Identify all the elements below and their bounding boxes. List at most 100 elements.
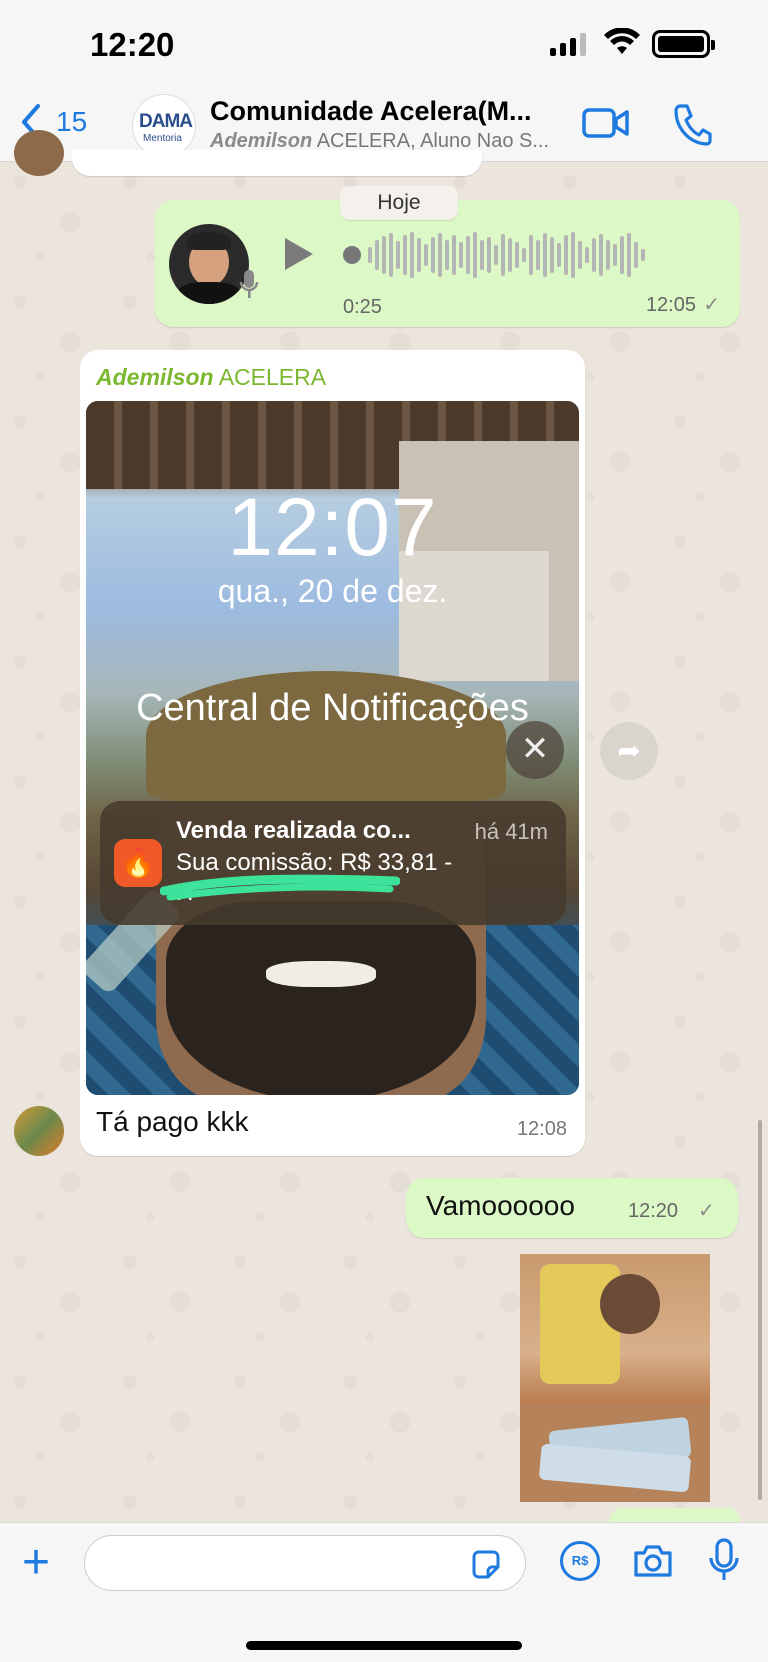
waveform-bar [529,235,533,275]
status-bar: 12:20 [0,0,768,90]
waveform-bar [515,242,519,268]
next-message-bubble[interactable] [610,1508,740,1522]
waveform-bar [459,242,463,268]
waveform-bar [410,232,414,278]
waveform-bar [543,233,547,277]
waveform-bar [480,240,484,270]
waveform-bar [592,238,596,272]
sent-check-icon: ✓ [698,1200,715,1222]
playback-position[interactable] [343,246,361,264]
waveform-bar [403,235,407,275]
waveform-bar [536,240,540,270]
message-time: 12:20 [628,1200,679,1222]
waveform-bar [606,240,610,270]
image-caption: Tá pago kkk [96,1106,249,1137]
close-icon: ✕ [506,721,564,779]
waveform-bar [522,248,526,262]
message-composer: + R$ [0,1522,768,1662]
waveform-bar [445,240,449,270]
redaction-scribble [160,874,400,901]
photo-mouth [266,961,376,987]
waveform-bar [368,247,372,263]
message-text: Vamoooooo [426,1190,575,1221]
message-time: 12:05 [645,294,696,316]
waveform-bar [599,234,603,276]
payment-button[interactable]: R$ [560,1541,600,1581]
lockscreen-time: 12:07 [227,482,438,573]
home-indicator [246,1641,522,1650]
waveform-bar [452,235,456,275]
notification-card: 🔥 Venda realizada co... há 41m Sua comis… [100,801,566,925]
waveform-bar [396,241,400,269]
camera-icon[interactable] [632,1543,674,1579]
sender-last-name: ACELERA [213,364,327,390]
waveform-bar [571,232,575,278]
notification-title: Venda realizada co... [176,817,411,844]
unread-count: 15 [56,106,88,137]
sender-first-name: Ademilson [96,364,214,390]
waveform-bar [557,243,561,267]
outgoing-text-bubble[interactable]: Vamoooooo 12:20 ✓ [406,1178,738,1238]
sender-name[interactable]: Ademilson ACELERA [96,364,326,391]
image-message-bubble[interactable]: Ademilson ACELERA 12:07 qua., 20 de dez.… [80,350,585,1156]
waveform-bar [550,237,554,273]
waveform-bar [564,235,568,275]
waveform-bar [578,241,582,269]
waveform-bar [620,236,624,274]
waveform-bar [634,242,638,268]
previous-message-bubble[interactable] [72,150,482,176]
notification-center-title: Central de Notificações [136,687,529,729]
mic-icon[interactable] [708,1537,740,1583]
waveform-bar [473,232,477,278]
waveform-bar [494,245,498,265]
group-avatar[interactable]: DAMA Mentoria [132,94,196,158]
waveform-bar [389,233,393,277]
shared-photo[interactable]: 12:07 qua., 20 de dez. Central de Notifi… [86,401,579,1095]
scrollbar[interactable] [758,1120,762,1500]
phone-icon[interactable] [672,102,712,146]
plus-icon[interactable]: + [22,1539,50,1587]
waveform-bar [382,236,386,274]
waveform-bar [585,247,589,263]
lockscreen-date: qua., 20 de dez. [217,573,448,609]
waveform-bar [613,244,617,266]
flame-icon: 🔥 [114,839,162,887]
waveform-bar [501,234,505,276]
message-time: 12:08 [516,1118,567,1140]
wifi-icon [604,28,640,54]
mic-icon [239,270,259,298]
waveform-bar [417,238,421,272]
outgoing-gif[interactable] [520,1254,710,1502]
voice-waveform[interactable] [343,230,711,280]
waveform-bar [508,238,512,272]
waveform-bar [375,240,379,270]
group-logo-text: DAMA [139,111,193,132]
video-call-icon[interactable] [582,106,630,140]
photo-beard [166,901,476,1095]
sender-avatar[interactable] [14,1106,64,1156]
waveform-bar [438,233,442,277]
waveform-bar [627,233,631,277]
notification-age: há 41m [474,819,548,844]
waveform-bar [487,237,491,273]
status-time: 12:20 [90,26,175,63]
waveform-bar [431,237,435,273]
sent-check-icon: ✓ [703,294,720,316]
chat-title[interactable]: Comunidade Acelera(M... [210,96,532,127]
waveform-bar [466,236,470,274]
waveform-bar [424,244,428,266]
sticker-icon[interactable] [470,1549,502,1581]
waveform-bar [641,249,645,261]
forward-icon[interactable]: ➦ [600,722,658,780]
member-name-bold: Ademilson [210,130,313,152]
gif-person [600,1274,660,1334]
voice-sender-avatar [169,224,249,304]
cellular-signal-icon [550,32,586,56]
sender-avatar[interactable] [14,130,64,176]
voice-duration: 0:25 [343,296,382,318]
group-logo-subtext: Mentoria [143,133,182,144]
member-list: ACELERA, Aluno Nao S... [312,130,550,152]
date-chip: Hoje [340,186,458,220]
play-icon[interactable] [285,238,313,270]
message-input[interactable] [84,1535,526,1591]
